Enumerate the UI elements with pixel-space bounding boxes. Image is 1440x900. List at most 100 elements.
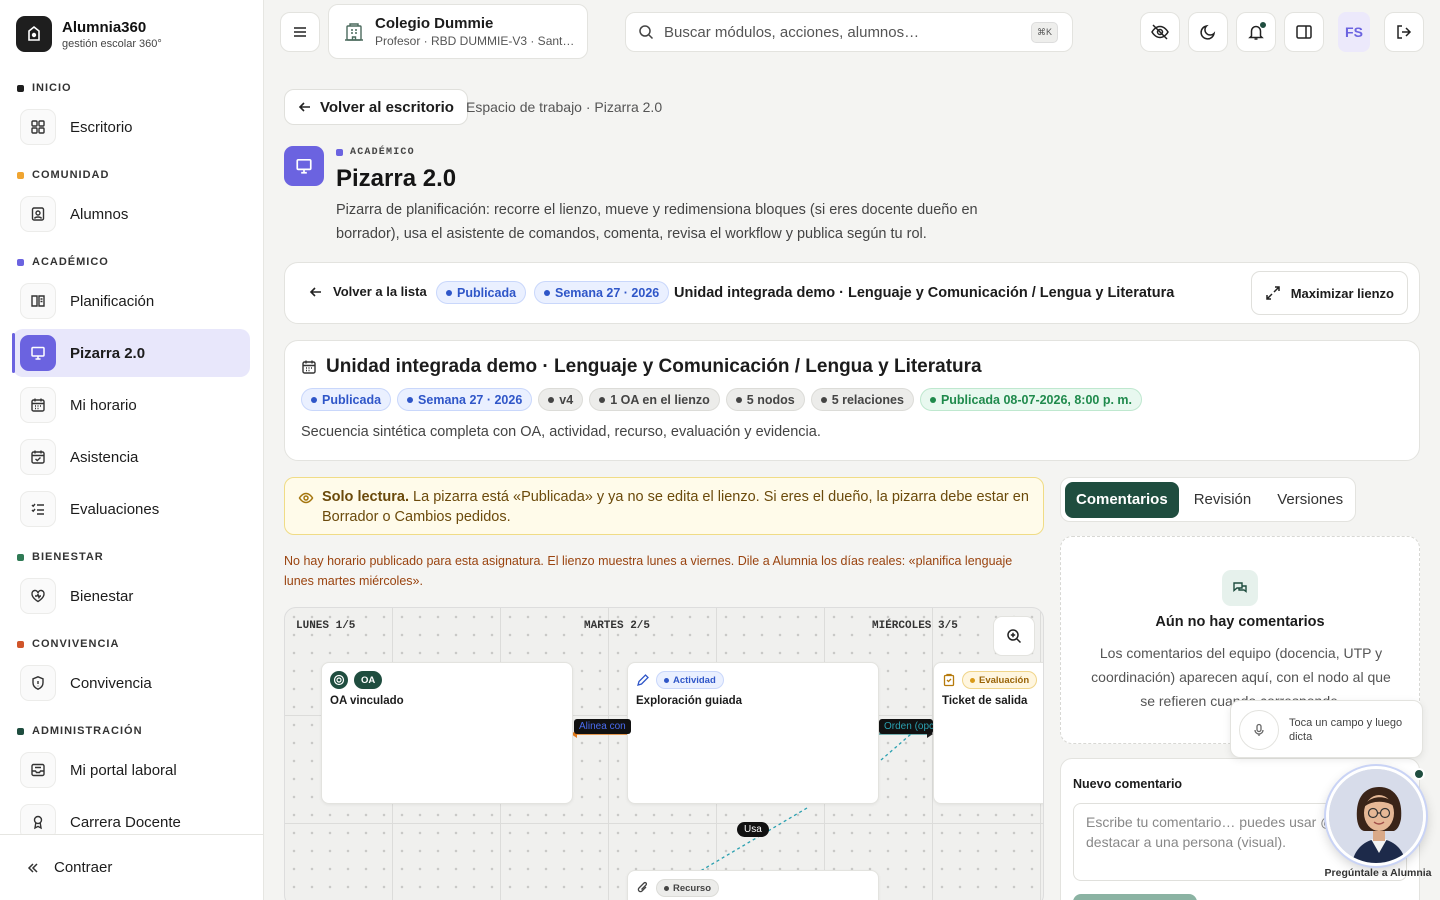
sidebar-item-label: Asistencia (70, 448, 139, 466)
notification-dot (1259, 21, 1267, 29)
status-badge: Publicada (436, 281, 527, 304)
empty-title: Aún no hay comentarios (1155, 614, 1325, 630)
tab-versiones[interactable]: Versiones (1266, 482, 1354, 518)
clipboard-icon (943, 673, 955, 687)
section-comunidad: COMUNIDAD (0, 160, 263, 190)
toggle-panel-button[interactable] (1284, 12, 1324, 52)
hide-data-button[interactable] (1140, 12, 1180, 52)
zoom-in-button[interactable] (993, 616, 1035, 656)
section-bienestar: BIENESTAR (0, 542, 263, 572)
sidebar-item-pizarra[interactable]: Pizarra 2.0 (12, 329, 250, 377)
tab-comentarios[interactable]: Comentarios (1065, 481, 1179, 518)
node-tag: Actividad (656, 671, 724, 689)
menu-icon (294, 27, 306, 37)
section-label: ADMINISTRACIÓN (32, 725, 143, 737)
assistant-online-dot (1413, 768, 1425, 780)
menu-button[interactable] (280, 12, 320, 52)
unit-summary: Secuencia sintética completa con OA, act… (301, 424, 821, 440)
sidebar-item-escritorio[interactable]: Escritorio (13, 103, 250, 151)
book-icon (20, 283, 56, 319)
back-to-list-button[interactable]: Volver a la lista (309, 284, 427, 299)
panel-tabs: Comentarios Revisión Versiones (1060, 477, 1356, 522)
target-icon (330, 671, 348, 689)
double-chevron-left-icon (27, 862, 38, 873)
oa-count-badge: 1 OA en el lienzo (589, 388, 720, 411)
node-title: OA vinculado (330, 695, 404, 707)
whiteboard-canvas[interactable]: LUNES 1/5 MARTES 2/5 MIÉRCOLES 3/5 OA OA… (284, 607, 1044, 900)
sidebar-item-portal-laboral[interactable]: Mi portal laboral (13, 746, 250, 794)
sidebar: Alumnia360 gestión escolar 360° INICIO E… (0, 0, 264, 900)
sidebar-item-horario[interactable]: Mi horario (13, 381, 250, 429)
new-comment-label: Nuevo comentario (1073, 777, 1183, 791)
student-icon (20, 196, 56, 232)
building-icon (345, 22, 363, 41)
paperclip-icon (637, 881, 648, 893)
maximize-canvas-button[interactable]: Maximizar lienzo (1250, 271, 1408, 315)
sidebar-item-asistencia[interactable]: Asistencia (13, 433, 250, 481)
theme-toggle-button[interactable] (1188, 12, 1228, 52)
unit-badges: Publicada Semana 27 · 2026 v4 1 OA en el… (301, 388, 1143, 411)
eye-icon (298, 492, 314, 504)
sidebar-item-label: Planificación (70, 292, 155, 310)
moon-icon (1200, 24, 1216, 40)
microphone-icon (1239, 710, 1279, 750)
collapse-label: Contraer (54, 859, 113, 876)
award-icon (20, 804, 56, 834)
canvas-node-actividad[interactable]: Actividad Exploración guiada (627, 662, 879, 804)
zoom-in-icon (1007, 629, 1022, 644)
sidebar-item-alumnos[interactable]: Alumnos (13, 190, 250, 238)
board-toolbar: Volver a la lista Publicada Semana 27 · … (284, 262, 1420, 324)
edge-label: Usa (737, 822, 769, 837)
expand-icon (1265, 286, 1280, 300)
user-avatar[interactable]: FS (1338, 12, 1370, 52)
collapse-sidebar-button[interactable]: Contraer (0, 834, 263, 900)
calendar-icon (302, 360, 316, 374)
submit-comment-button[interactable] (1073, 894, 1197, 900)
canvas-node-evaluacion[interactable]: Evaluación Ticket de salida (933, 662, 1043, 804)
section-administracion: ADMINISTRACIÓN (0, 716, 263, 746)
calendar-icon (20, 387, 56, 423)
canvas-node-oa[interactable]: OA OA vinculado (321, 662, 573, 804)
search-icon (639, 25, 654, 40)
sidebar-panel-icon (1296, 25, 1312, 39)
readonly-notice: Solo lectura. La pizarra está «Publicada… (284, 477, 1044, 535)
node-title: Exploración guiada (636, 695, 743, 707)
back-label: Volver al escritorio (320, 98, 454, 116)
edge-label: Alinea con (574, 719, 631, 734)
section-inicio: INICIO (0, 73, 263, 103)
sidebar-item-planificacion[interactable]: Planificación (13, 277, 250, 325)
back-to-desktop-button[interactable]: Volver al escritorio (284, 89, 468, 125)
search-bar[interactable]: ⌘K (625, 12, 1073, 52)
sidebar-item-convivencia[interactable]: Convivencia (13, 659, 250, 707)
unit-title: Unidad integrada demo · Lenguaje y Comun… (326, 356, 982, 377)
dictation-hint[interactable]: Toca un campo y luego dicta (1230, 700, 1423, 758)
school-name: Colegio Dummie (375, 15, 494, 32)
logout-button[interactable] (1384, 12, 1424, 52)
sidebar-item-evaluaciones[interactable]: Evaluaciones (13, 485, 250, 533)
breadcrumb: Espacio de trabajo · Pizarra 2.0 (466, 99, 663, 115)
topbar: Colegio Dummie Profesor · RBD DUMMIE-V3 … (264, 0, 1440, 64)
sidebar-item-label: Convivencia (70, 674, 152, 692)
assistant-avatar[interactable] (1326, 766, 1426, 866)
search-input[interactable] (664, 23, 1014, 41)
sidebar-item-label: Escritorio (70, 118, 133, 136)
whiteboard-icon (20, 335, 56, 371)
canvas-node-recurso[interactable]: Recurso (627, 870, 879, 900)
sidebar-item-bienestar[interactable]: Bienestar (13, 572, 250, 620)
school-subtitle: Profesor · RBD DUMMIE-V3 · Santiago (375, 34, 575, 48)
section-academico: ACADÉMICO (0, 247, 263, 277)
relations-count-badge: 5 relaciones (810, 388, 914, 411)
notifications-button[interactable] (1236, 12, 1276, 52)
section-convivencia: CONVIVENCIA (0, 629, 263, 659)
section-label: INICIO (32, 82, 72, 94)
section-label: COMUNIDAD (32, 169, 110, 181)
school-selector[interactable]: Colegio Dummie Profesor · RBD DUMMIE-V3 … (328, 4, 588, 59)
schedule-note: No hay horario publicado para esta asign… (284, 554, 1013, 588)
week-badge: Semana 27 · 2026 (534, 281, 670, 304)
sidebar-item-label: Alumnos (70, 205, 129, 223)
eye-off-icon (1151, 24, 1169, 40)
search-shortcut: ⌘K (1030, 22, 1058, 43)
tab-revision[interactable]: Revisión (1183, 482, 1263, 518)
brand[interactable]: Alumnia360 gestión escolar 360° (16, 16, 162, 52)
sidebar-item-carrera-docente[interactable]: Carrera Docente (13, 798, 250, 834)
